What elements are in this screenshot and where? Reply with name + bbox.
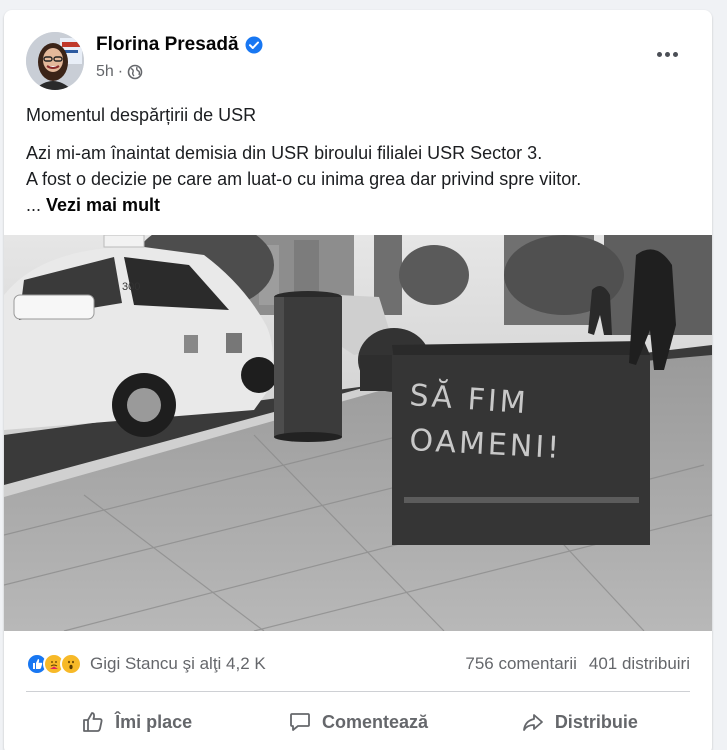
- engagement-counts: 756 comentarii 401 distribuiri: [465, 654, 690, 674]
- post-title: Momentul despărțirii de USR: [26, 105, 257, 125]
- verified-badge-icon: [245, 36, 263, 54]
- comment-icon: [290, 713, 310, 731]
- share-button[interactable]: Distribuie: [469, 702, 690, 742]
- avatar-image: [26, 32, 84, 90]
- post-line-1: Azi mi-am înaintat demisia din USR birou…: [26, 143, 543, 163]
- author-name-text[interactable]: Florina Presadă: [96, 34, 239, 56]
- wow-icon: [60, 653, 82, 675]
- share-label: Distribuie: [554, 711, 638, 732]
- post-meta: 5h ·: [96, 63, 143, 81]
- thumbs-up-icon: [83, 712, 103, 732]
- comment-button[interactable]: Comentează: [247, 702, 468, 742]
- reactions-summary[interactable]: Gigi Stancu şi alţi 4,2 K: [26, 653, 266, 675]
- more-options-button[interactable]: [650, 44, 684, 64]
- author-name[interactable]: Florina Presadă: [96, 34, 263, 56]
- post-time[interactable]: 5h: [96, 63, 114, 81]
- post-header: Florina Presadă 5h ·: [4, 10, 712, 90]
- post-line-2: A fost o decizie pe care am luat-o cu in…: [26, 169, 582, 189]
- share-icon: [522, 714, 543, 731]
- like-label: Îmi place: [115, 711, 193, 732]
- author-avatar[interactable]: [26, 32, 84, 90]
- post-card: Florina Presadă 5h · Momentul despărțiri…: [4, 10, 712, 750]
- post-actions: Îmi place Comentează Distribuie: [26, 702, 690, 742]
- post-text: Momentul despărțirii de USR Azi mi-am în…: [26, 102, 696, 218]
- reactors-text[interactable]: Gigi Stancu şi alţi 4,2 K: [90, 654, 266, 674]
- more-dot: [672, 51, 678, 57]
- photo-image: 300 SĂ FIM OAMENI!: [4, 235, 712, 631]
- post-line-3: ... Vezi mai mult: [26, 192, 696, 218]
- more-dot: [664, 51, 670, 57]
- taxi-number: 300: [122, 281, 140, 293]
- shares-count[interactable]: 401 distribuiri: [589, 654, 690, 674]
- see-more-prefix: ...: [26, 195, 47, 215]
- see-more-link[interactable]: Vezi mai mult: [46, 195, 160, 215]
- meta-separator: ·: [117, 63, 124, 80]
- trash-bin: [274, 291, 342, 442]
- reaction-icons: [26, 653, 82, 675]
- post-photo[interactable]: 300 SĂ FIM OAMENI!: [4, 235, 712, 631]
- comments-count[interactable]: 756 comentarii: [465, 654, 577, 674]
- planter-box: SĂ FIM OAMENI!: [392, 341, 650, 545]
- like-button[interactable]: Îmi place: [26, 702, 247, 742]
- reactions-row: Gigi Stancu şi alţi 4,2 K 756 comentarii…: [26, 650, 690, 678]
- comment-label: Comentează: [321, 711, 428, 732]
- more-dot: [656, 51, 662, 57]
- actions-divider: [26, 691, 690, 692]
- globe-icon: [127, 64, 143, 80]
